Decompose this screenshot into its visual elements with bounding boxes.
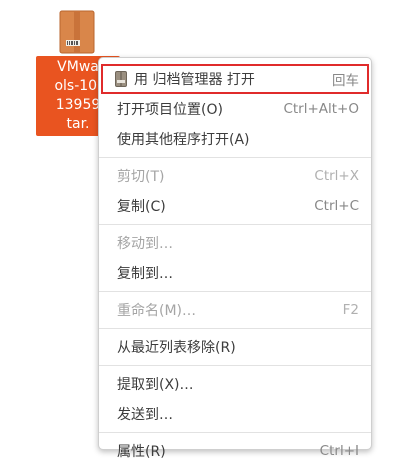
menu-item-shortcut: 回车 — [332, 73, 359, 89]
menu-separator — [99, 328, 371, 329]
menu-item-copy[interactable]: 复制(C) Ctrl+C — [99, 191, 371, 221]
menu-item-rename[interactable]: 重命名(M)… F2 — [99, 295, 371, 325]
menu-separator — [99, 224, 371, 225]
menu-item-label: 属性(R) — [117, 444, 166, 460]
menu-item-label: 复制到… — [117, 266, 173, 282]
menu-item-open-with-archive-manager[interactable]: 用 归档管理器 打开 回车 — [101, 64, 369, 94]
menu-item-label: 重命名(M)… — [117, 303, 197, 319]
menu-item-label: 剪切(T) — [117, 169, 165, 185]
menu-item-shortcut: Ctrl+C — [314, 198, 359, 214]
menu-item-label: 复制(C) — [117, 199, 166, 215]
menu-item-shortcut: F2 — [342, 302, 359, 318]
menu-item-move-to[interactable]: 移动到… — [99, 228, 371, 258]
menu-item-label: 发送到… — [117, 407, 173, 423]
menu-item-label: 打开项目位置(O) — [117, 102, 223, 118]
menu-item-copy-to[interactable]: 复制到… — [99, 258, 371, 288]
menu-item-remove-from-recent[interactable]: 从最近列表移除(R) — [99, 332, 371, 362]
archive-package-icon — [59, 10, 95, 54]
menu-separator — [99, 432, 371, 433]
menu-item-label: 用 归档管理器 打开 — [134, 72, 255, 88]
menu-item-extract-to[interactable]: 提取到(X)… — [99, 369, 371, 399]
menu-separator — [99, 365, 371, 366]
menu-item-label: 提取到(X)… — [117, 377, 194, 393]
menu-item-label: 从最近列表移除(R) — [117, 340, 236, 356]
menu-item-send-to[interactable]: 发送到… — [99, 399, 371, 429]
menu-item-label: 使用其他程序打开(A) — [117, 132, 250, 148]
menu-item-properties[interactable]: 属性(R) Ctrl+I — [99, 436, 371, 466]
menu-separator — [99, 157, 371, 158]
menu-item-shortcut: Ctrl+Alt+O — [283, 101, 359, 117]
menu-item-label: 移动到… — [117, 236, 173, 252]
menu-item-open-item-location[interactable]: 打开项目位置(O) Ctrl+Alt+O — [99, 94, 371, 124]
menu-item-shortcut: Ctrl+I — [319, 443, 359, 459]
archive-manager-icon — [115, 71, 127, 87]
context-menu: 用 归档管理器 打开 回车 打开项目位置(O) Ctrl+Alt+O 使用其他程… — [98, 57, 372, 460]
menu-item-cut[interactable]: 剪切(T) Ctrl+X — [99, 161, 371, 191]
menu-item-shortcut: Ctrl+X — [314, 168, 359, 184]
menu-separator — [99, 291, 371, 292]
menu-item-open-with-other-app[interactable]: 使用其他程序打开(A) — [99, 124, 371, 154]
